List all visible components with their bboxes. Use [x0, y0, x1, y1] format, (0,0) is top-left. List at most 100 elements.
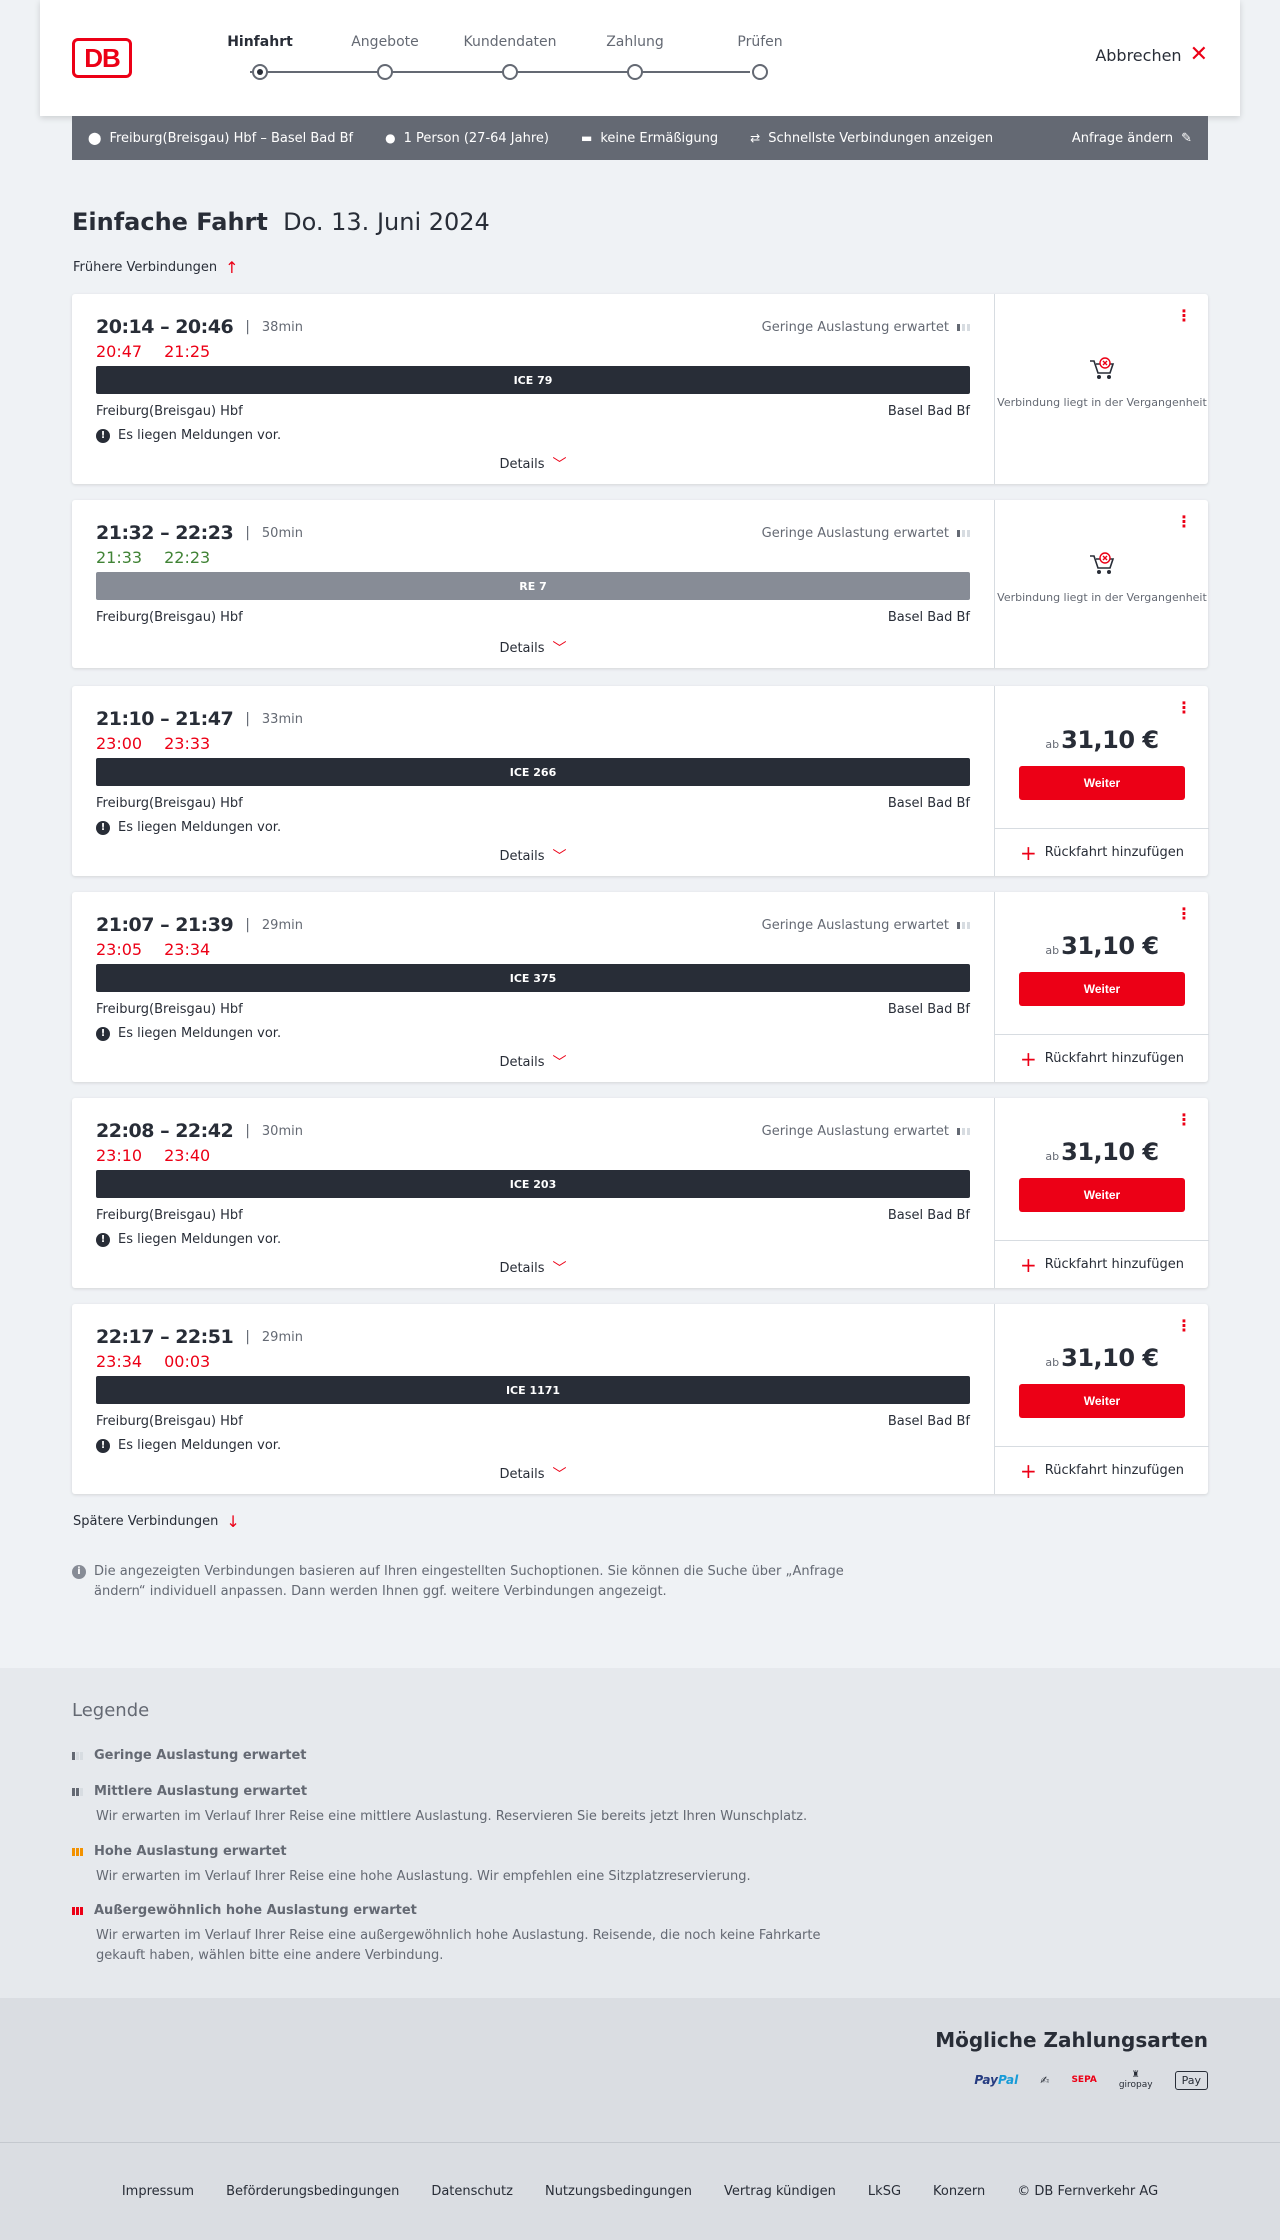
realtime-departure: 23:34 — [96, 1352, 143, 1371]
alert-icon: ! — [96, 1438, 110, 1453]
alert-icon: ! — [96, 1026, 110, 1041]
realtime-departure: 21:33 — [96, 548, 143, 567]
past-connection-note: Verbindung liegt in der Vergangenheit — [995, 550, 1209, 605]
connection-info[interactable]: 22:17 – 22:51 | 29min 23:34 00:03 ICE 1171 Fre… — [72, 1304, 994, 1494]
add-return-button[interactable]: + Rückfahrt hinzufügen — [995, 1240, 1209, 1288]
edit-query-button[interactable]: Anfrage ändern ✎ — [1072, 131, 1192, 146]
return-label: Rückfahrt hinzufügen — [1044, 845, 1184, 860]
load-text: Geringe Auslastung erwartet — [761, 320, 949, 335]
footer-link-konzern[interactable]: Konzern — [933, 2184, 985, 2199]
earlier-connections-link[interactable]: Frühere Verbindungen ↑ — [73, 258, 239, 277]
footer-link-nutzungsbedingungen[interactable]: Nutzungsbedingungen — [545, 2184, 692, 2199]
realtime-row: 23:34 00:03 — [96, 1352, 232, 1371]
connection-info[interactable]: 21:10 – 21:47 | 33min 23:00 23:33 ICE 266 Frei… — [72, 686, 994, 876]
connection-info[interactable]: 21:32 – 22:23 | 50min 21:33 22:23 Geringe Aus… — [72, 500, 994, 668]
legend-head-text: Mittlere Auslastung erwartet — [94, 1784, 308, 1799]
duration: 50min — [261, 525, 303, 541]
chevron-down-icon: ﹀ — [552, 1467, 567, 1483]
time-row: 21:10 – 21:47 | 33min — [96, 708, 303, 730]
add-return-button[interactable]: + Rückfahrt hinzufügen — [995, 1446, 1209, 1494]
step-zahlung: Zahlung — [585, 34, 685, 80]
details-toggle[interactable]: Details ﹀ — [72, 638, 994, 658]
legend-section: Legende Geringe Auslastung erwartet Mitt… — [0, 1668, 1280, 1998]
more-options-icon[interactable]: ⋮ — [1176, 1112, 1192, 1128]
legend-head-text: Hohe Auslastung erwartet — [94, 1844, 287, 1859]
train-segment[interactable]: ICE 203 — [96, 1170, 970, 1198]
disruption-message: ! Es liegen Meldungen vor. — [96, 428, 281, 443]
details-toggle[interactable]: Details ﹀ — [72, 846, 994, 866]
connection-info[interactable]: 21:07 – 21:39 | 29min 23:05 23:34 Geringe Aus… — [72, 892, 994, 1082]
stations-row: Freiburg(Breisgau) Hbf Basel Bad Bf — [96, 404, 970, 419]
info-icon: i — [72, 1565, 86, 1579]
train-segment[interactable]: ICE 375 — [96, 964, 970, 992]
details-toggle[interactable]: Details ﹀ — [72, 1464, 994, 1484]
plus-icon: + — [1020, 1252, 1037, 1277]
train-segment[interactable]: ICE 1171 — [96, 1376, 970, 1404]
train-segment[interactable]: ICE 266 — [96, 758, 970, 786]
duration: 38min — [261, 319, 303, 335]
step-angebote: Angebote — [335, 34, 435, 80]
origin-station: Freiburg(Breisgau) Hbf — [96, 610, 243, 625]
footer-link-vertrag-kuendigen[interactable]: Vertrag kündigen — [724, 2184, 836, 2199]
details-toggle[interactable]: Details ﹀ — [72, 1258, 994, 1278]
realtime-departure: 23:00 — [96, 734, 143, 753]
arrow-down-icon: ↓ — [226, 1512, 240, 1531]
duration: 29min — [261, 917, 303, 933]
giropay-icon: ♜ giropay — [1118, 2070, 1153, 2090]
load-low-icon — [957, 1128, 970, 1135]
add-return-button[interactable]: + Rückfahrt hinzufügen — [995, 828, 1209, 876]
continue-button[interactable]: Weiter — [1019, 766, 1185, 800]
scheduled-times: 20:14 – 20:46 — [96, 316, 234, 338]
realtime-arrival: 22:23 — [164, 548, 211, 567]
price-prefix: ab — [1045, 944, 1060, 957]
later-connections-link[interactable]: Spätere Verbindungen ↓ — [73, 1512, 240, 1531]
destination-station: Basel Bad Bf — [887, 796, 970, 811]
credit-card-icon: ✍ — [1040, 2073, 1050, 2087]
train-segment[interactable]: ICE 79 — [96, 366, 970, 394]
page-title: Einfache Fahrt Do. 13. Juni 2024 — [72, 208, 490, 236]
step-label: Prüfen — [737, 34, 783, 50]
more-options-icon[interactable]: ⋮ — [1176, 700, 1192, 716]
add-return-button[interactable]: + Rückfahrt hinzufügen — [995, 1034, 1209, 1082]
train-segment[interactable]: RE 7 — [96, 572, 970, 600]
load-extreme-icon — [72, 1906, 86, 1915]
db-logo[interactable]: DB — [72, 38, 132, 78]
separator: | — [245, 711, 250, 727]
stations-row: Freiburg(Breisgau) Hbf Basel Bad Bf — [96, 610, 970, 625]
more-options-icon[interactable]: ⋮ — [1176, 906, 1192, 922]
pencil-icon: ✎ — [1181, 130, 1192, 146]
stepper-line — [250, 71, 750, 73]
footer-link-lksg[interactable]: LkSG — [868, 2184, 901, 2199]
legend-item-medium: Mittlere Auslastung erwartet Wir erwarte… — [72, 1784, 872, 1827]
more-options-icon[interactable]: ⋮ — [1176, 308, 1192, 324]
discount-summary: ▬ keine Ermäßigung — [581, 131, 718, 146]
continue-button[interactable]: Weiter — [1019, 972, 1185, 1006]
legend-item-low: Geringe Auslastung erwartet — [72, 1748, 872, 1763]
more-options-icon[interactable]: ⋮ — [1176, 514, 1192, 530]
continue-button[interactable]: Weiter — [1019, 1384, 1185, 1418]
message-text: Es liegen Meldungen vor. — [118, 1232, 282, 1247]
details-toggle[interactable]: Details ﹀ — [72, 1052, 994, 1072]
realtime-row: 21:33 22:23 — [96, 548, 232, 567]
route-summary: ⬤ Freiburg(Breisgau) Hbf – Basel Bad Bf — [88, 131, 353, 146]
scheduled-times: 22:17 – 22:51 — [96, 1326, 234, 1348]
details-toggle[interactable]: Details ﹀ — [72, 454, 994, 474]
footer-link-datenschutz[interactable]: Datenschutz — [431, 2184, 513, 2199]
cancel-button[interactable]: Abbrechen ✕ — [1095, 44, 1208, 66]
footer-link-befoerderungsbedingungen[interactable]: Beförderungsbedingungen — [226, 2184, 399, 2199]
continue-button[interactable]: Weiter — [1019, 1178, 1185, 1212]
connection-info[interactable]: 20:14 – 20:46 | 38min 20:47 21:25 Geringe Aus… — [72, 294, 994, 484]
connection-info[interactable]: 22:08 – 22:42 | 30min 23:10 23:40 Geringe Aus… — [72, 1098, 994, 1288]
price: ab31,10 € — [995, 726, 1209, 754]
details-label: Details — [499, 1054, 545, 1070]
price-amount: 31,10 € — [1061, 1138, 1159, 1166]
legend-head: Geringe Auslastung erwartet — [72, 1748, 872, 1763]
progress-stepper: Hinfahrt Angebote Kundendaten Zahlung Pr… — [210, 34, 810, 94]
load-low-icon — [957, 922, 970, 929]
footer-link-impressum[interactable]: Impressum — [122, 2184, 194, 2199]
destination-station: Basel Bad Bf — [887, 610, 970, 625]
realtime-departure: 20:47 — [96, 342, 143, 361]
separator: | — [245, 917, 250, 933]
details-label: Details — [499, 456, 545, 472]
more-options-icon[interactable]: ⋮ — [1176, 1318, 1192, 1334]
